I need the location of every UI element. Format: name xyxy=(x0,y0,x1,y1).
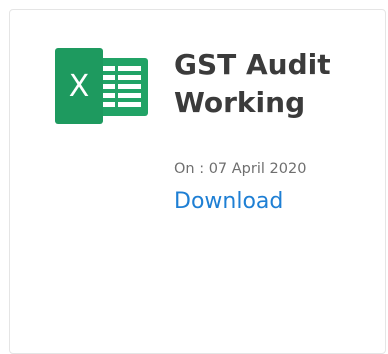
download-link[interactable]: Download xyxy=(174,189,283,214)
excel-letter: X xyxy=(69,69,90,104)
file-title: GST Audit Working xyxy=(174,48,331,119)
download-card: X GST Audit Working On : 07 April 2020 D… xyxy=(9,9,386,354)
upload-date: On : 07 April 2020 xyxy=(174,161,307,177)
excel-file-icon: X xyxy=(51,48,151,124)
